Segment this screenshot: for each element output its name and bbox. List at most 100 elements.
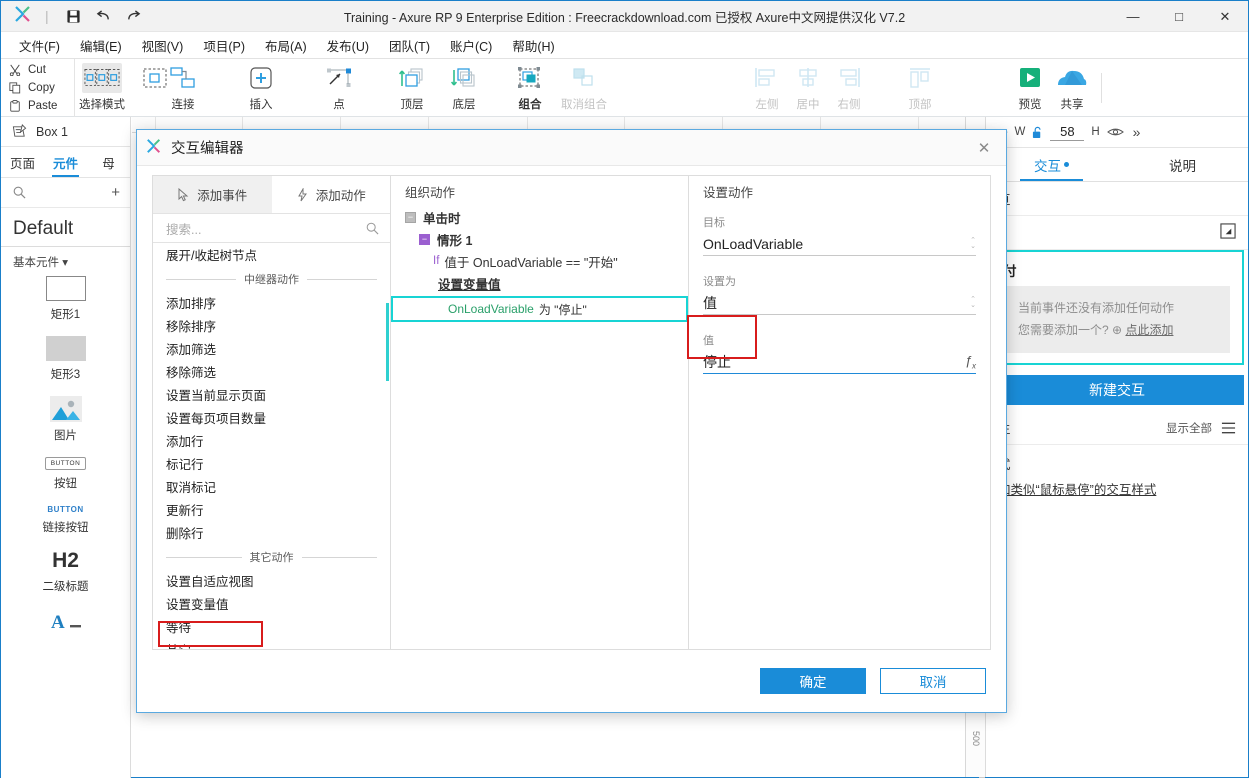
add-library-button[interactable]: + <box>111 184 120 201</box>
action-list[interactable]: 展开/收起树节点 中继器动作 添加排序 移除排序 添加筛选 移除筛选 设置当前显… <box>153 243 390 649</box>
redo-icon[interactable] <box>119 1 149 32</box>
tab-widgets[interactable]: 元件 <box>44 147 87 177</box>
widget-rectangle1[interactable]: 矩形1 <box>1 276 130 322</box>
list-item[interactable]: 设置每页项目数量 <box>153 406 390 429</box>
page-selector[interactable]: Box 1 <box>1 117 130 147</box>
list-item-set-variable-value[interactable]: 设置变量值 <box>153 592 390 615</box>
tool-share[interactable]: 共享 <box>1046 63 1098 113</box>
list-item[interactable]: 添加行 <box>153 429 390 452</box>
library-search-row[interactable]: 搜索... <box>153 214 390 243</box>
dialog-title: 交互编辑器 <box>171 141 244 157</box>
list-item[interactable]: 移除筛选 <box>153 360 390 383</box>
target-select[interactable]: OnLoadVariable ⌃ ⌄ <box>703 232 976 256</box>
list-item[interactable]: 设置当前显示页面 <box>153 383 390 406</box>
interaction-summary-row[interactable]: 亘 <box>986 182 1248 216</box>
search-icon[interactable] <box>13 186 26 199</box>
menu-publish[interactable]: 发布(U) <box>317 32 379 59</box>
dialog-close-button[interactable]: ✕ <box>962 130 1006 166</box>
widget-group-label[interactable]: 基本元件 ▾ <box>1 247 130 272</box>
menu-file[interactable]: 文件(F) <box>9 32 70 59</box>
collapse-toggle-icon[interactable]: − <box>405 211 416 223</box>
configure-action-pane: 设置动作 目标 OnLoadVariable ⌃ ⌄ 设置为 值 ⌃ ⌄ 值 停… <box>687 176 990 649</box>
menu-edit[interactable]: 编辑(E) <box>70 32 132 59</box>
highlight-box-set-variable <box>158 621 263 647</box>
tool-connect-label: 连接 <box>171 99 195 111</box>
paste-button[interactable]: Paste <box>1 97 74 115</box>
tab-add-action[interactable]: 添加动作 <box>272 176 391 213</box>
list-item[interactable]: 删除行 <box>153 521 390 544</box>
style-hint-link[interactable]: 加类似“鼠标悬停”的交互样式 <box>986 477 1248 508</box>
left-sidebar-tabs: 页面 元件 母 <box>1 147 130 178</box>
tree-selected-action-row[interactable]: OnLoadVariable 为 "停止" <box>391 296 688 322</box>
height-value[interactable]: 58 <box>1050 124 1085 141</box>
list-item[interactable]: 取消标记 <box>153 475 390 498</box>
maximize-button[interactable]: □ <box>1156 1 1202 32</box>
widget-text-partial[interactable]: A <box>1 608 130 637</box>
list-item[interactable]: 更新行 <box>153 498 390 521</box>
menu-project[interactable]: 项目(P) <box>193 32 255 59</box>
list-item[interactable]: 添加筛选 <box>153 337 390 360</box>
list-item[interactable]: 移除排序 <box>153 314 390 337</box>
library-name[interactable]: Default <box>1 208 130 247</box>
lock-open-icon[interactable] <box>1032 126 1043 139</box>
add-action-link[interactable]: 点此添加 <box>1125 323 1173 337</box>
tree-condition-row[interactable]: If 值于 OnLoadVariable == "开始" <box>391 250 688 272</box>
list-item-expand-collapse[interactable]: 展开/收起树节点 <box>153 243 390 266</box>
tool-insert[interactable]: 插入 <box>235 63 287 113</box>
chevron-updown-icon[interactable]: ⌃ ⌄ <box>970 296 976 309</box>
tool-align-top[interactable]: 顶部 <box>894 63 946 113</box>
case-collapse-icon[interactable]: − <box>419 233 430 245</box>
tool-connect[interactable]: 连接 <box>157 63 209 113</box>
widget-search-row: + <box>1 178 130 208</box>
copy-button[interactable]: Copy <box>1 79 74 97</box>
minimize-button[interactable]: — <box>1110 1 1156 32</box>
tree-event-row[interactable]: − 单击时 <box>391 206 688 228</box>
undo-icon[interactable] <box>89 1 119 32</box>
save-icon[interactable] <box>59 1 89 32</box>
menu-layout[interactable]: 布局(A) <box>255 32 317 59</box>
tree-case-row[interactable]: − 情形 1 <box>391 228 688 250</box>
fx-icon[interactable]: ƒx <box>965 353 976 371</box>
tab-pages[interactable]: 页面 <box>1 147 44 177</box>
tab-notes[interactable]: 说明 <box>1117 148 1248 181</box>
tool-select-mode[interactable]: 选择模式 <box>76 63 128 113</box>
widget-image[interactable]: 图片 <box>1 396 130 443</box>
add-action-plus-icon[interactable]: ⊕ <box>1112 323 1122 337</box>
tool-group[interactable]: 组合 <box>504 63 556 113</box>
setto-select[interactable]: 值 ⌃ ⌄ <box>703 291 976 315</box>
list-item[interactable]: 添加排序 <box>153 291 390 314</box>
cancel-button[interactable]: 取消 <box>880 668 986 694</box>
edit-interaction-icon[interactable] <box>1220 223 1236 242</box>
list-item[interactable]: 标记行 <box>153 452 390 475</box>
hamburger-icon[interactable] <box>1221 422 1236 434</box>
show-all-control[interactable]: 显示全部 <box>1166 420 1236 436</box>
close-button[interactable]: ✕ <box>1202 1 1248 32</box>
tab-add-event[interactable]: 添加事件 <box>153 176 272 213</box>
widget-button[interactable]: BUTTON 按钮 <box>1 457 130 491</box>
tool-align-right[interactable]: 右侧 <box>823 63 875 113</box>
new-interaction-button[interactable]: 新建交互 <box>990 375 1244 406</box>
widget-heading2[interactable]: H2 二级标题 <box>1 549 130 594</box>
list-scrollbar[interactable] <box>386 303 389 381</box>
interaction-header-row[interactable]: 生 <box>986 216 1248 250</box>
tool-ungroup[interactable]: 取消组合 <box>558 63 610 113</box>
cut-button[interactable]: Cut <box>1 61 74 79</box>
tab-masters[interactable]: 母 <box>87 147 130 177</box>
condition-expression: 值于 OnLoadVariable == "开始" <box>444 255 618 270</box>
menu-team[interactable]: 团队(T) <box>379 32 440 59</box>
tool-bring-front[interactable]: 顶层 <box>386 63 438 113</box>
menu-account[interactable]: 账户(C) <box>440 32 502 59</box>
eye-icon[interactable] <box>1106 126 1124 138</box>
tool-send-back[interactable]: 底层 <box>438 63 490 113</box>
ok-button[interactable]: 确定 <box>760 668 866 694</box>
tree-action-group-row[interactable]: 设置变量值 <box>391 272 688 294</box>
tool-point[interactable]: 点 <box>313 63 365 113</box>
sidebar-more-button[interactable]: » <box>1133 124 1141 140</box>
list-item[interactable]: 设置自适应视图 <box>153 569 390 592</box>
widget-rectangle3[interactable]: 矩形3 <box>1 336 130 382</box>
search-icon[interactable] <box>366 222 379 235</box>
menu-view[interactable]: 视图(V) <box>132 32 194 59</box>
menu-help[interactable]: 帮助(H) <box>502 32 564 59</box>
widget-link-button[interactable]: BUTTON 链接按钮 <box>1 505 130 535</box>
chevron-updown-icon[interactable]: ⌃ ⌄ <box>970 237 976 250</box>
